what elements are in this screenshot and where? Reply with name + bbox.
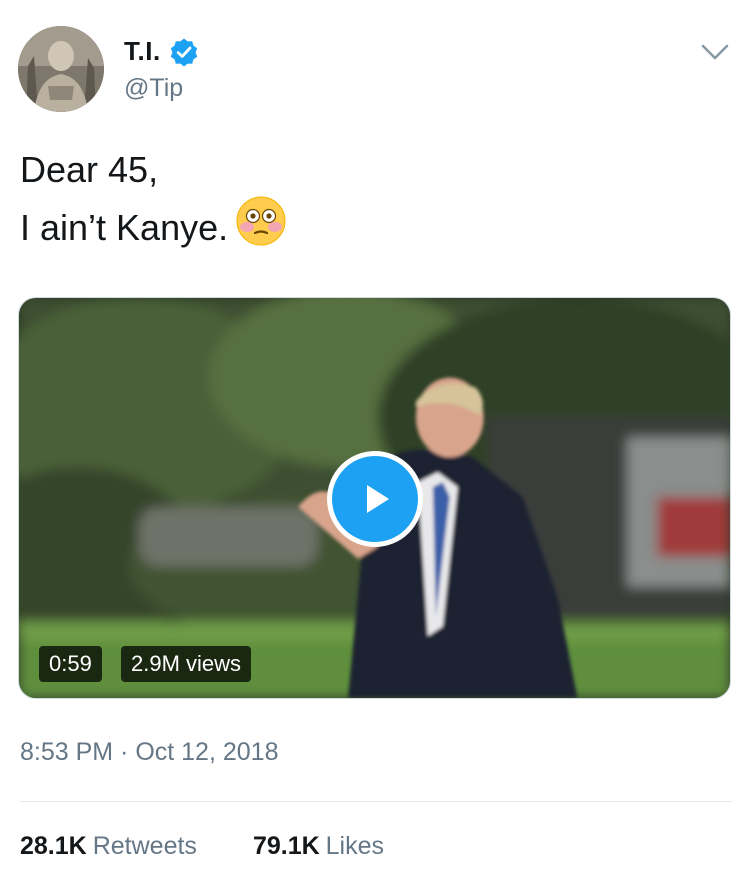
divider [20, 801, 732, 802]
author-handle[interactable]: @Tip [124, 74, 183, 103]
likes-stat[interactable]: 79.1K Likes [253, 832, 384, 861]
tweet-line-1: Dear 45, [20, 149, 159, 190]
retweets-count: 28.1K [20, 832, 87, 860]
likes-count: 79.1K [252, 832, 320, 860]
video-views: 2.9M views [121, 646, 252, 682]
verified-badge-icon [170, 38, 197, 66]
chevron-down-icon[interactable] [698, 34, 732, 68]
tweet-line-2-text: I ain’t Kanye. [20, 207, 229, 248]
author-name[interactable]: T.I. [124, 36, 161, 67]
avatar[interactable] [18, 26, 104, 112]
author-name-row[interactable]: T.I. [124, 36, 199, 67]
retweets-stat[interactable]: 28.1K Retweets [20, 832, 197, 861]
retweets-label: Retweets [92, 832, 197, 860]
play-button[interactable] [327, 451, 423, 547]
avatar-image [18, 26, 104, 112]
likes-label: Likes [325, 832, 385, 860]
flushed-face-emoji-icon [236, 196, 286, 246]
tweet-timestamp[interactable]: 8:53 PM · Oct 12, 2018 [20, 738, 278, 767]
video-duration: 0:59 [39, 646, 102, 682]
video-player[interactable]: 0:59 2.9M views [18, 297, 731, 699]
tweet-text: Dear 45, I ain’t Kanye. [20, 146, 288, 252]
tweet-line-2: I ain’t Kanye. [20, 194, 288, 252]
play-icon [367, 485, 389, 513]
tweet-stats: 28.1K Retweets 79.1K Likes [20, 832, 384, 861]
